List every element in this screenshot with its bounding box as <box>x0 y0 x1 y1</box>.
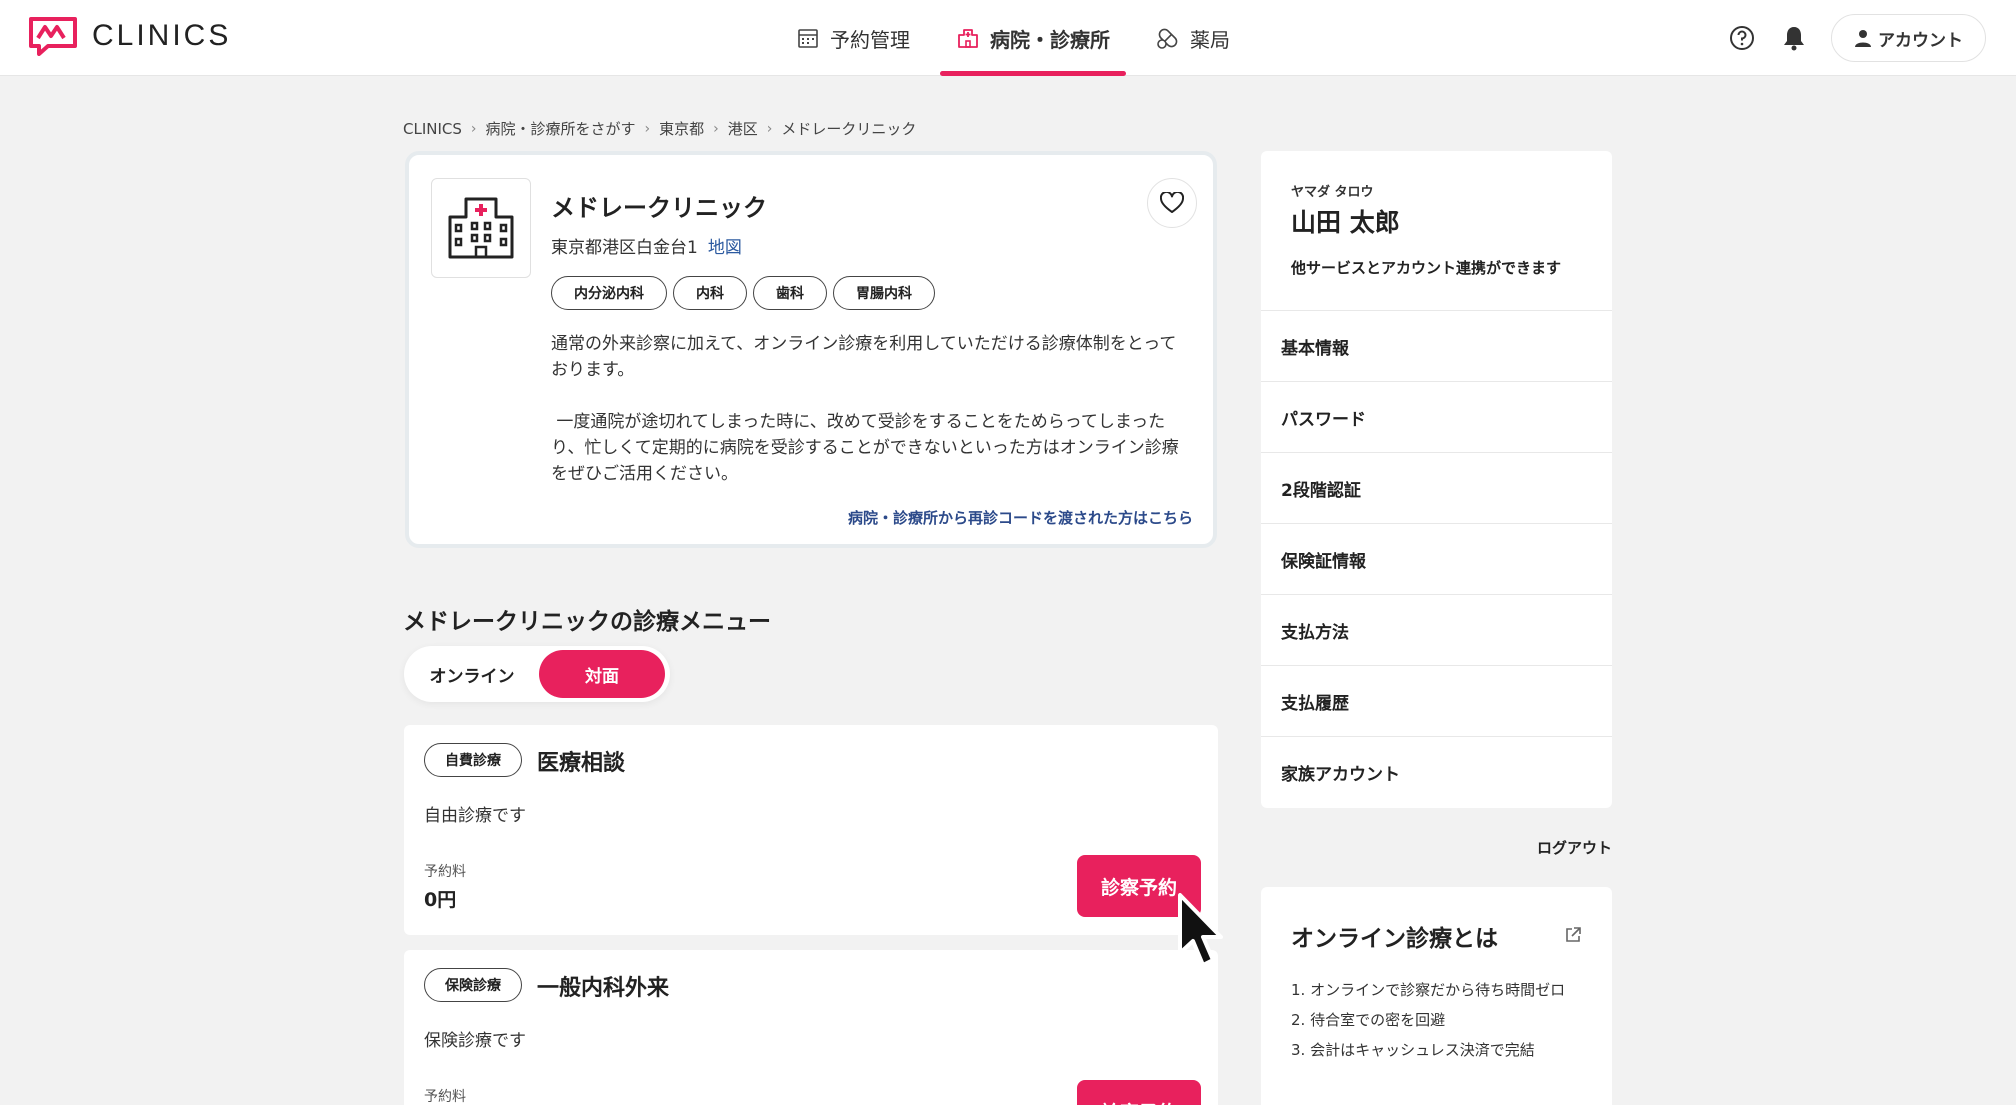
profile-card: ヤマダ タロウ 山田 太郎 他サービスとアカウント連携ができます 基本情報 パス… <box>1261 151 1612 808</box>
breadcrumb-item[interactable]: 病院・診療所をさがす <box>486 118 636 139</box>
revisit-code-link[interactable]: 病院・診療所から再診コードを渡された方はこちら <box>848 507 1193 528</box>
breadcrumb-current: メドレークリニック <box>781 120 917 138</box>
notification-button[interactable] <box>1779 23 1809 53</box>
specialty-tag: 歯科 <box>753 276 827 310</box>
specialty-tag: 内分泌内科 <box>551 276 667 310</box>
menu-name: 医療相談 <box>537 751 626 776</box>
account-menu-payment-method[interactable]: 支払方法 <box>1261 594 1612 665</box>
logout-link[interactable]: ログアウト <box>1537 837 1612 858</box>
calendar-icon <box>798 29 818 48</box>
nav-hospitals[interactable]: 病院・診療所 <box>940 0 1126 76</box>
nav-reservations-label: 予約管理 <box>830 27 910 52</box>
chevron-right-icon: › <box>713 120 719 137</box>
account-label: アカウント <box>1878 30 1963 51</box>
nav-hospitals-label: 病院・診療所 <box>990 27 1110 52</box>
clinics-logo-icon <box>29 17 77 56</box>
account-menu: 基本情報 パスワード 2段階認証 保険証情報 支払方法 支払履歴 家族アカウント <box>1261 310 1612 807</box>
breadcrumb: CLINICS › 病院・診療所をさがす › 東京都 › 港区 › メドレークリ… <box>403 118 916 139</box>
clinic-card: メドレークリニック 東京都港区白金台1 地図 内分泌内科 内科 歯科 胃腸内科 通… <box>405 151 1217 548</box>
clinics-logo[interactable]: CLINICS <box>28 16 231 56</box>
fee-value: 0円 <box>424 889 457 911</box>
top-header: CLINICS 予約管理 病院・診療所 薬局 アカウント <box>0 0 2016 76</box>
menu-description: 保険診療です <box>424 1031 526 1051</box>
nav-pharmacy[interactable]: 薬局 <box>1140 0 1246 76</box>
menu-section-title: メドレークリニックの診療メニュー <box>403 609 771 635</box>
clinic-name: メドレークリニック <box>551 194 767 222</box>
help-icon <box>1730 26 1754 50</box>
breadcrumb-item[interactable]: CLINICS <box>403 120 462 138</box>
clinic-address-text: 東京都港区白金台1 <box>551 238 698 258</box>
account-menu-password[interactable]: パスワード <box>1261 381 1612 452</box>
breadcrumb-item[interactable]: 港区 <box>728 118 758 139</box>
online-info-point: 3. 会計はキャッシュレス決済で完結 <box>1291 1041 1535 1059</box>
user-name-kana: ヤマダ タロウ <box>1291 185 1374 200</box>
reserve-button[interactable]: 診察予約 <box>1077 1080 1201 1105</box>
clinic-logo <box>431 178 531 278</box>
account-button[interactable]: アカウント <box>1831 14 1986 62</box>
map-link[interactable]: 地図 <box>708 238 742 258</box>
online-info-point: 1. オンラインで診察だから待ち時間ゼロ <box>1291 981 1566 999</box>
logo-text: CLINICS <box>92 19 232 52</box>
online-info-title: オンライン診療とは <box>1291 926 1498 952</box>
menu-badge: 保険診療 <box>424 968 522 1002</box>
account-link-note: 他サービスとアカウント連携ができます <box>1291 259 1562 277</box>
specialty-tag: 胃腸内科 <box>833 276 935 310</box>
hospital-building-icon <box>448 197 514 259</box>
reserve-button[interactable]: 診察予約 <box>1077 855 1201 917</box>
clinic-address: 東京都港区白金台1 地図 <box>551 233 742 258</box>
online-info-points: 1. オンラインで診察だから待ち時間ゼロ 2. 待合室での密を回避 3. 会計は… <box>1291 975 1565 1065</box>
favorite-button[interactable] <box>1147 178 1197 228</box>
menu-badge: 自費診療 <box>424 743 522 777</box>
account-menu-2fa[interactable]: 2段階認証 <box>1261 452 1612 523</box>
chevron-right-icon: › <box>766 120 773 137</box>
menu-card: 保険診療 一般内科外来 保険診療です 予約料 診察予約 <box>404 950 1218 1105</box>
heart-icon <box>1160 192 1184 213</box>
account-menu-basic-info[interactable]: 基本情報 <box>1261 310 1612 381</box>
user-name: 山田 太郎 <box>1291 208 1400 237</box>
chevron-right-icon: › <box>644 120 651 137</box>
hospital-icon <box>958 29 978 48</box>
fee-label: 予約料 <box>424 864 466 880</box>
nav-pharmacy-label: 薬局 <box>1190 27 1230 52</box>
account-menu-payment-history[interactable]: 支払履歴 <box>1261 665 1612 736</box>
menu-name: 一般内科外来 <box>537 976 670 1001</box>
clinic-description: 通常の外来診察に加えて、オンライン診療を利用していただける診療体制をとっておりま… <box>551 334 1179 484</box>
account-menu-insurance[interactable]: 保険証情報 <box>1261 523 1612 594</box>
menu-description: 自由診療です <box>424 806 526 826</box>
toggle-in-person[interactable]: 対面 <box>539 650 665 698</box>
header-actions: アカウント <box>1727 14 1986 62</box>
toggle-online[interactable]: オンライン <box>412 650 532 698</box>
user-icon <box>1855 30 1871 47</box>
chevron-right-icon: › <box>470 120 477 137</box>
main-nav: 予約管理 病院・診療所 薬局 <box>780 0 1246 76</box>
consultation-type-toggle: オンライン 対面 <box>404 646 670 702</box>
help-button[interactable] <box>1727 23 1757 53</box>
bell-icon <box>1784 27 1804 51</box>
account-menu-family[interactable]: 家族アカウント <box>1261 736 1612 807</box>
menu-card: 自費診療 医療相談 自由診療です 予約料 0円 診察予約 <box>404 725 1218 935</box>
online-info-point: 2. 待合室での密を回避 <box>1291 1011 1446 1029</box>
specialty-tag: 内科 <box>673 276 747 310</box>
online-info-card: オンライン診療とは 1. オンラインで診察だから待ち時間ゼロ 2. 待合室での密… <box>1261 887 1612 1105</box>
breadcrumb-item[interactable]: 東京都 <box>659 118 704 139</box>
fee-label: 予約料 <box>424 1089 466 1105</box>
nav-reservations[interactable]: 予約管理 <box>780 0 926 76</box>
pill-icon <box>1157 28 1178 49</box>
specialty-tags: 内分泌内科 内科 歯科 胃腸内科 <box>551 276 935 310</box>
external-link-icon[interactable] <box>1563 925 1583 945</box>
